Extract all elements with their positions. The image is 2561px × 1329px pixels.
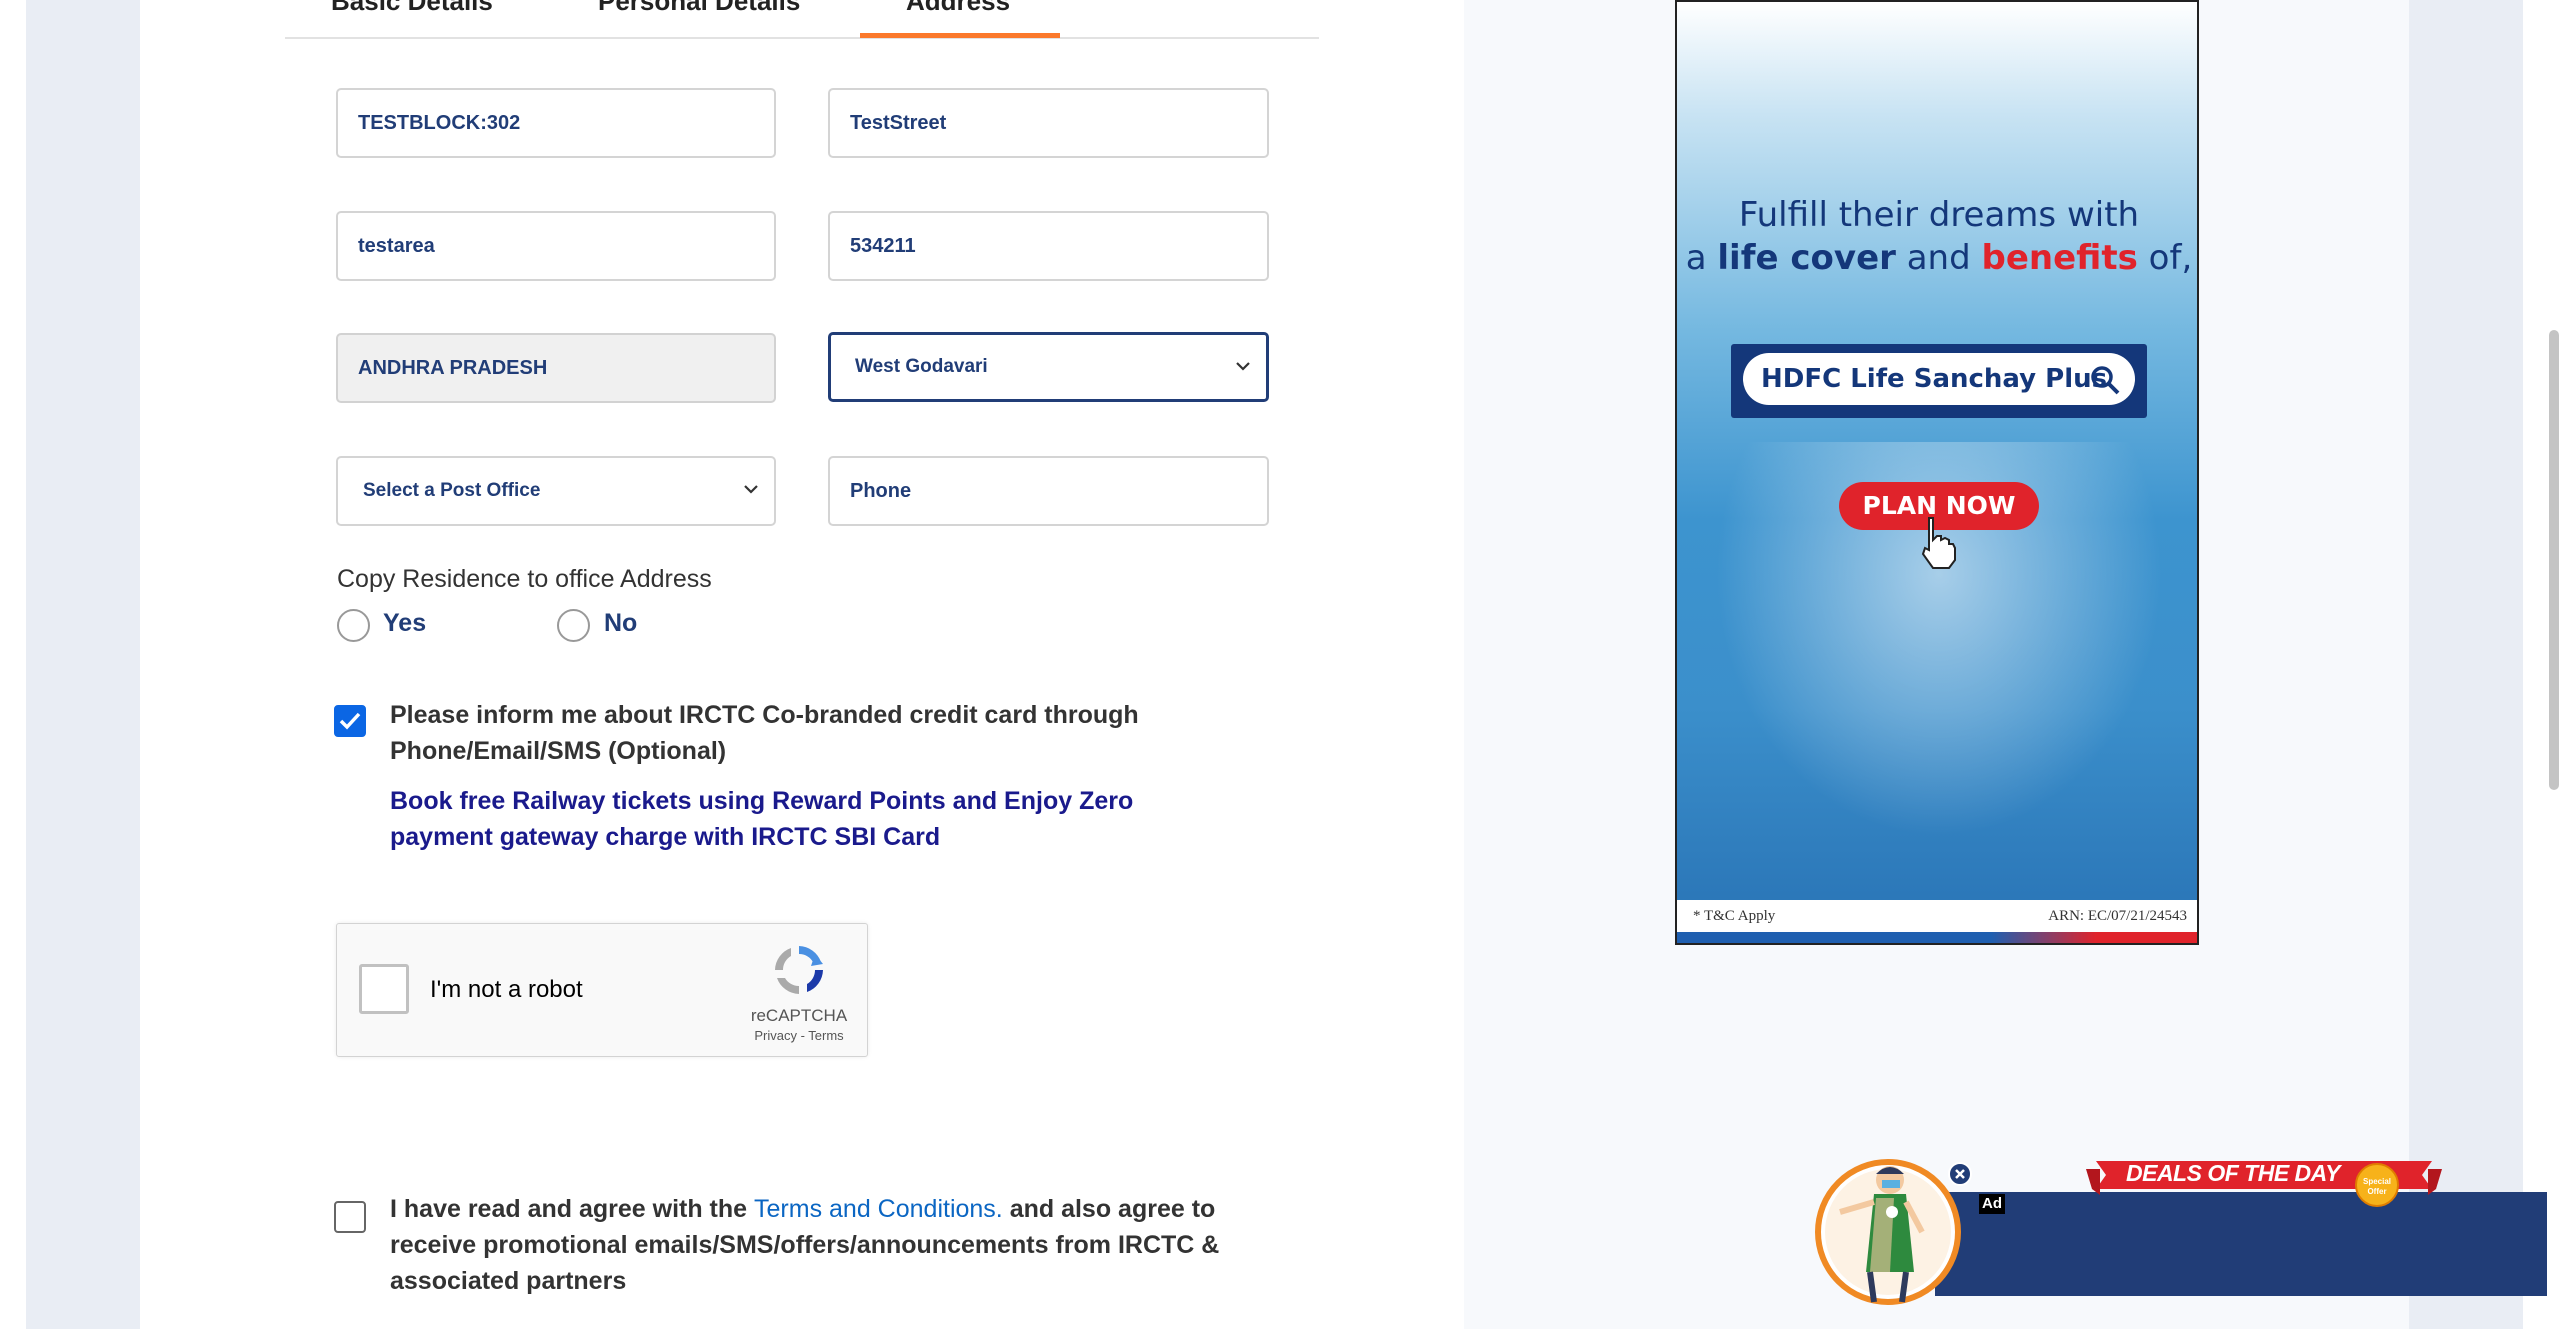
- terms-agree-prefix: I have read and agree with the: [390, 1195, 755, 1223]
- search-icon: [2091, 366, 2120, 395]
- irctc-sbi-card-link[interactable]: Book free Railway tickets using Reward P…: [390, 783, 1190, 855]
- chevron-down-icon: [1236, 362, 1250, 371]
- state-input: ANDHRA PRADESH: [336, 333, 776, 403]
- ad-line2-benefits: benefits: [1981, 238, 2138, 278]
- state-value: ANDHRA PRADESH: [358, 356, 548, 379]
- page-left-margin: [0, 0, 26, 1329]
- ad-arn-number: ARN: EC/07/21/24543: [2048, 908, 2187, 924]
- copy-residence-label: Copy Residence to office Address: [337, 565, 712, 593]
- hdfc-life-ad[interactable]: Fulfill their dreams with a life cover a…: [1675, 0, 2199, 945]
- tab-personal-details[interactable]: Personal Details: [598, 0, 800, 17]
- terms-agree-text: I have read and agree with the Terms and…: [390, 1191, 1290, 1299]
- street-value: TestStreet: [850, 111, 947, 134]
- tab-basic-details[interactable]: Basic Details: [331, 0, 493, 17]
- recaptcha-separator: -: [796, 1028, 809, 1043]
- ad-footer-bar: [1677, 932, 2197, 943]
- ad-search-box: HDFC Life Sanchay Plus: [1731, 344, 2147, 418]
- credit-card-inform-text: Please inform me about IRCTC Co-branded …: [390, 701, 1139, 765]
- ad-line2-life-cover: life cover: [1717, 238, 1896, 278]
- page-right-margin: [2409, 0, 2523, 1329]
- phone-input[interactable]: Phone: [828, 456, 1269, 526]
- ad-search-text: HDFC Life Sanchay Plus: [1761, 364, 2108, 394]
- terms-and-conditions-link[interactable]: Terms and Conditions.: [754, 1195, 1003, 1223]
- copy-residence-yes-radio[interactable]: [337, 609, 370, 642]
- district-value: West Godavari: [855, 356, 988, 377]
- copy-residence-yes-label[interactable]: Yes: [383, 609, 426, 638]
- pincode-value: 534211: [850, 234, 916, 257]
- scrollbar-thumb[interactable]: [2549, 330, 2559, 790]
- close-icon: [1955, 1169, 1965, 1179]
- area-input[interactable]: testarea: [336, 211, 776, 281]
- ad-label-badge: Ad: [1979, 1194, 2005, 1214]
- post-office-value: Select a Post Office: [363, 480, 541, 501]
- tab-address[interactable]: Address: [906, 0, 1010, 17]
- copy-residence-no-label[interactable]: No: [604, 609, 637, 638]
- recaptcha-widget: I'm not a robot reCAPTCHA Privacy - Term…: [336, 923, 868, 1057]
- credit-card-inform-checkbox[interactable]: [334, 705, 366, 737]
- pointer-hand-icon: [1921, 517, 1956, 569]
- ad-footer: * T&C Apply ARN: EC/07/21/24543: [1677, 900, 2197, 932]
- district-select[interactable]: West Godavari: [828, 332, 1269, 402]
- flat-door-block-input[interactable]: TESTBLOCK:302: [336, 88, 776, 158]
- ad-headline-line1: Fulfill their dreams with: [1738, 195, 2140, 235]
- deals-of-the-day-title: DEALS OF THE DAY: [2126, 1160, 2340, 1186]
- checkmark-icon: [339, 712, 361, 730]
- recaptcha-links: Privacy - Terms: [733, 1028, 865, 1043]
- ad-line2-and: and: [1895, 238, 1982, 278]
- street-input[interactable]: TestStreet: [828, 88, 1269, 158]
- deals-of-the-day-banner[interactable]: [1935, 1192, 2547, 1296]
- recaptcha-checkbox[interactable]: [359, 964, 409, 1014]
- special-offer-badge: Special Offer: [2355, 1163, 2399, 1207]
- ad-tc-apply: * T&C Apply: [1693, 908, 1776, 924]
- post-office-select[interactable]: Select a Post Office: [336, 456, 776, 526]
- area-value: testarea: [358, 234, 435, 257]
- phone-placeholder: Phone: [850, 479, 912, 502]
- close-ad-button[interactable]: [1948, 1162, 1972, 1186]
- chevron-down-icon: [744, 485, 758, 494]
- ad-headline-line2: a life cover and benefits of,: [1677, 238, 2197, 278]
- recaptcha-privacy-link[interactable]: Privacy: [754, 1028, 797, 1043]
- recaptcha-brand: reCAPTCHA: [750, 1006, 848, 1025]
- copy-residence-no-radio[interactable]: [557, 609, 590, 642]
- ad-line2-a: a: [1685, 238, 1718, 278]
- ad-search-field: HDFC Life Sanchay Plus: [1743, 353, 2135, 405]
- pincode-input[interactable]: 534211: [828, 211, 1269, 281]
- recaptcha-terms-link[interactable]: Terms: [808, 1028, 843, 1043]
- registration-form-panel: [140, 0, 1464, 1329]
- form-tabs: Basic Details Personal Details Address: [285, 0, 1319, 39]
- recaptcha-logo-icon: [775, 946, 823, 994]
- recaptcha-label: I'm not a robot: [430, 976, 583, 1003]
- flat-door-block-value: TESTBLOCK:302: [358, 111, 521, 134]
- active-tab-indicator: [860, 33, 1060, 38]
- ad-line2-of: of,: [2137, 238, 2193, 278]
- terms-agree-checkbox[interactable]: [334, 1201, 366, 1233]
